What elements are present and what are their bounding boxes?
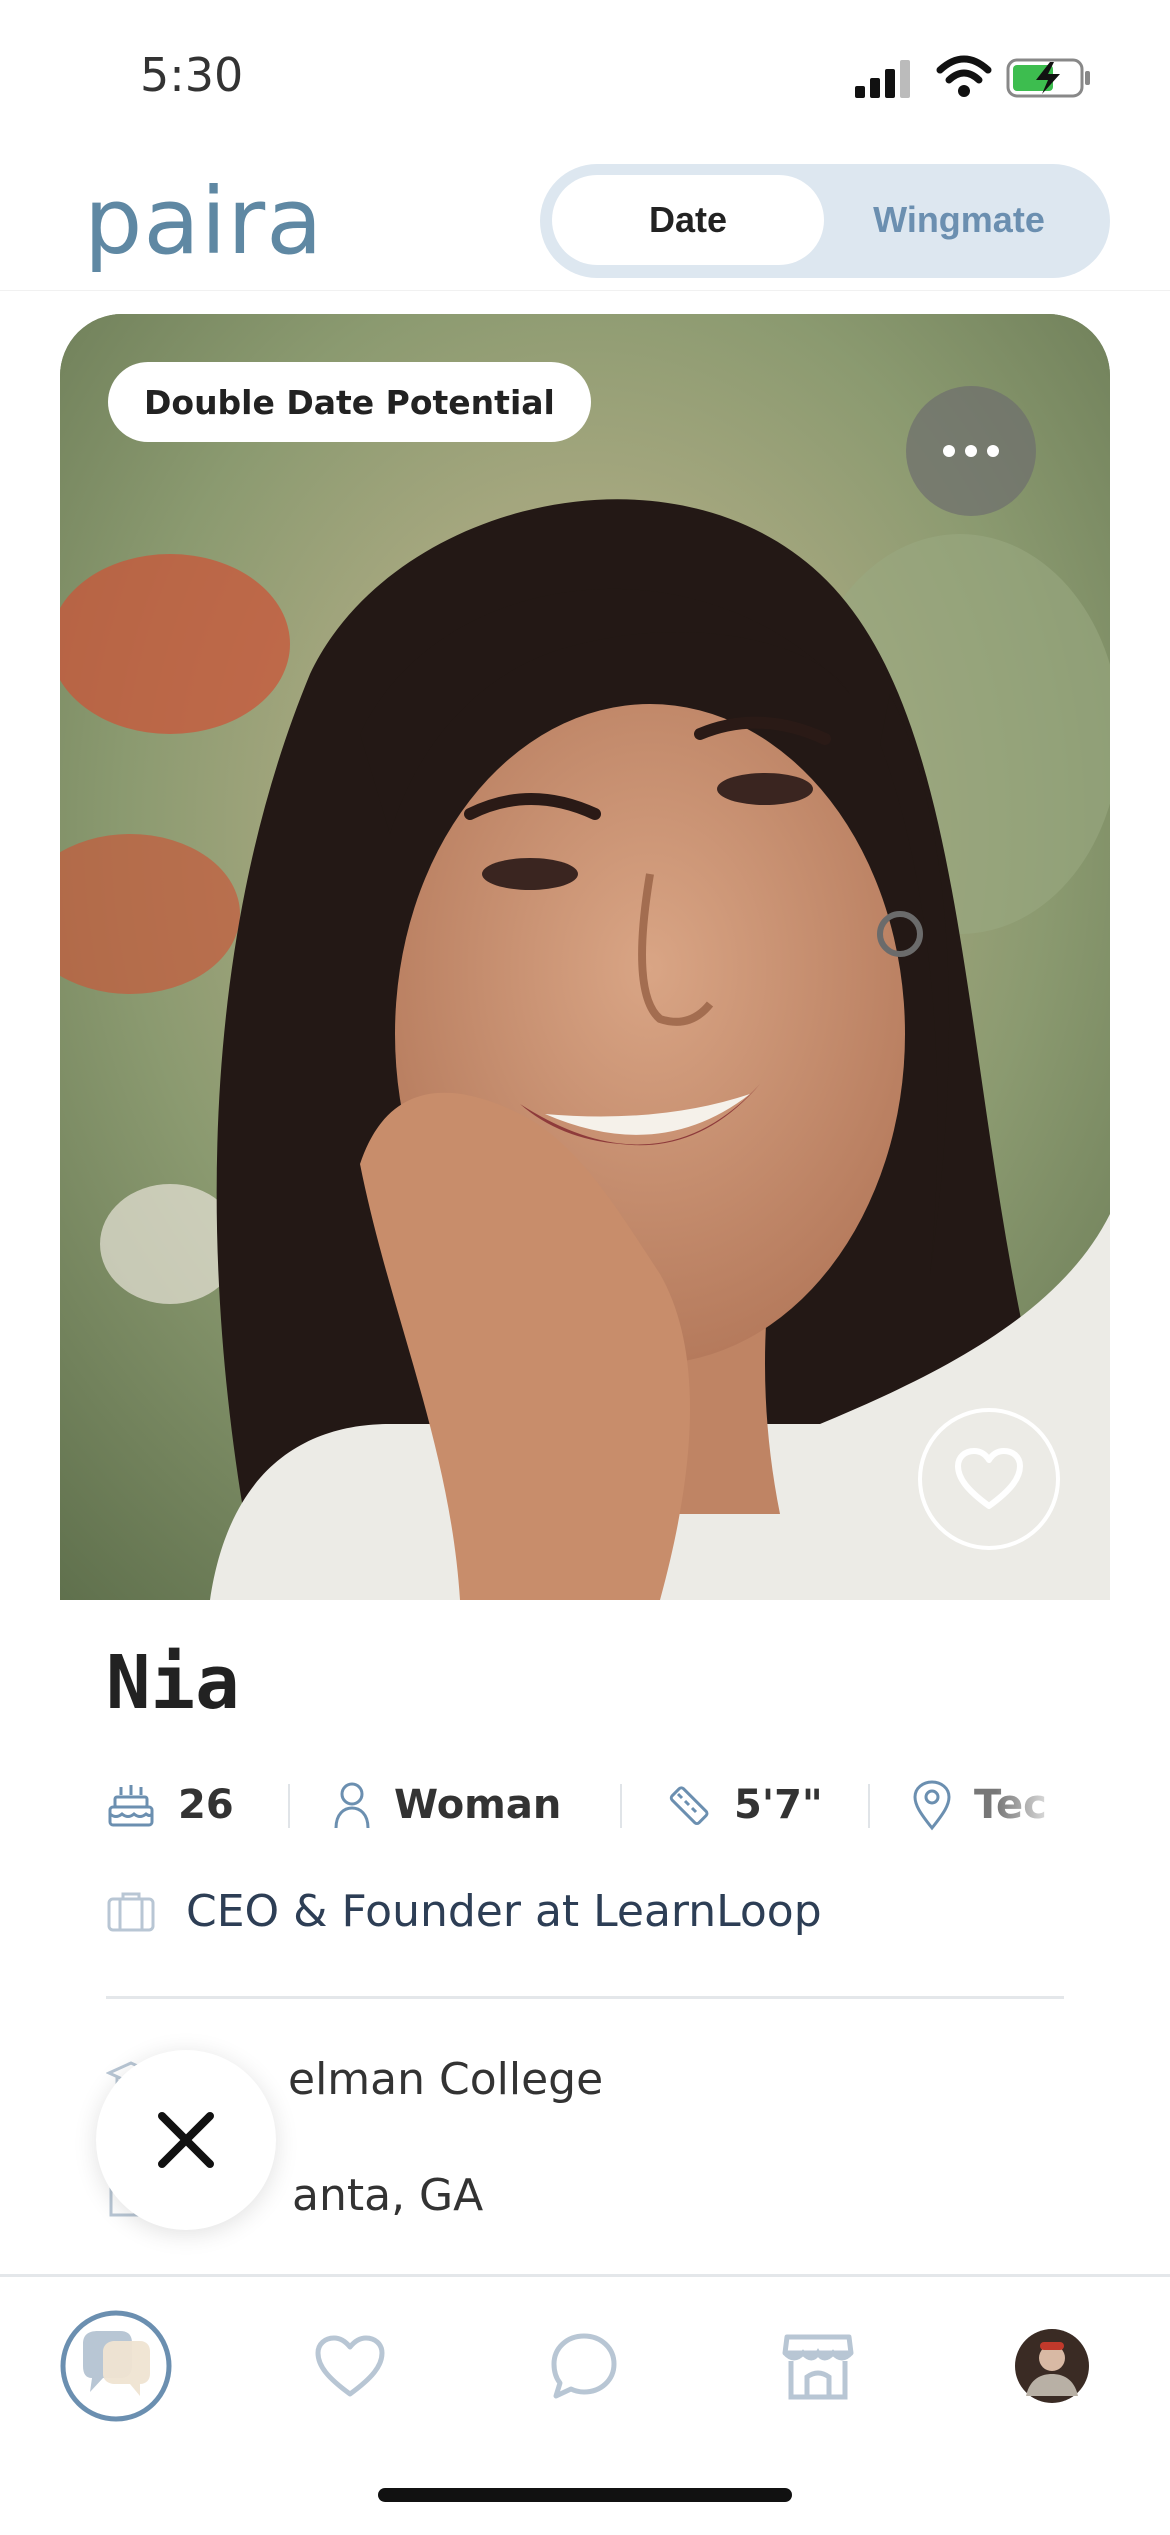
gender-value: Woman [394,1782,562,1828]
tab-likes[interactable] [290,2306,410,2426]
tab-home[interactable] [56,2306,176,2426]
height-value: 5'7" [734,1782,823,1828]
section-divider [106,1996,1064,1999]
heart-icon [315,2335,385,2397]
job-text: CEO & Founder at LearnLoop [186,1885,822,1937]
location-pin-icon [913,1780,951,1831]
tab-profile[interactable] [992,2306,1112,2426]
tab-store[interactable] [758,2306,878,2426]
cake-icon [108,1785,154,1827]
wifi-icon [936,55,992,97]
cellular-signal-icon [855,60,910,98]
like-photo-button[interactable] [918,1408,1060,1550]
attribute-height: 5'7" [662,1770,823,1840]
age-value: 26 [178,1782,234,1828]
home-icon [60,2310,172,2422]
attribute-age: 26 [106,1770,234,1840]
heart-icon [955,1448,1023,1509]
profile-name: Nia [106,1640,240,1726]
attribute-separator [868,1784,870,1828]
status-time: 5:30 [140,48,244,102]
close-icon [158,2112,214,2168]
profile-avatar [1015,2329,1089,2403]
tab-chat[interactable] [524,2306,644,2426]
attribute-fade [996,1770,1066,1840]
home-indicator [378,2488,792,2502]
more-options-button[interactable] [906,386,1036,516]
toggle-option-wingmate[interactable]: Wingmate [844,175,1074,265]
double-date-badge: Double Date Potential [108,362,591,442]
chat-icon [551,2333,617,2399]
briefcase-icon [107,1892,155,1932]
hometown-text: anta, GA [292,2169,484,2221]
toggle-option-date[interactable]: Date [552,175,824,265]
person-icon [334,1782,370,1829]
ellipsis-icon [943,445,999,457]
attribute-row: 26 Woman 5'7" Tec [106,1770,1056,1840]
school-text: elman College [288,2053,604,2105]
app-logo: paira [84,168,324,275]
ruler-icon [669,1786,709,1826]
pass-button[interactable] [96,2050,276,2230]
store-icon [782,2334,854,2400]
attribute-gender: Woman [332,1770,561,1840]
attribute-separator [288,1784,290,1828]
battery-charging-icon [1006,58,1090,98]
attribute-separator [620,1784,622,1828]
job-row: CEO & Founder at LearnLoop [106,1876,822,1946]
